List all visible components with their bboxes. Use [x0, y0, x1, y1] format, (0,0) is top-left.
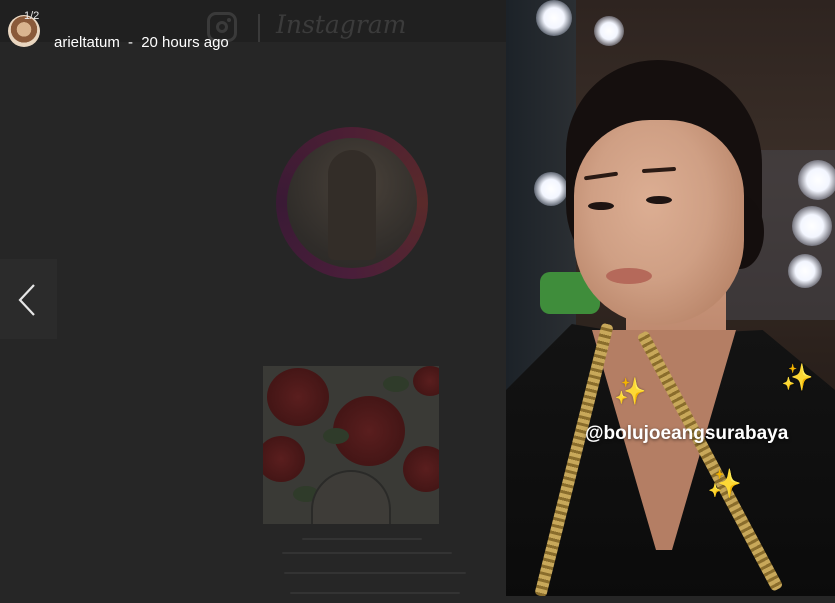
vanity-bulb — [798, 160, 835, 200]
story-timestamp: 20 hours ago — [141, 34, 229, 51]
profile-avatar-figure — [328, 150, 376, 260]
chevron-left-icon — [18, 284, 35, 316]
vanity-bulb — [792, 206, 832, 246]
story-header: 1/2 arieltatum - 20 hours ago — [0, 0, 835, 60]
face — [574, 120, 744, 325]
sparkles-icon: ✨ — [614, 376, 647, 406]
leaf-illustration — [383, 376, 409, 392]
story-separator: - — [128, 34, 134, 51]
rose-illustration — [413, 366, 439, 396]
post-handwritten-caption — [262, 528, 474, 603]
story-image[interactable] — [506, 0, 835, 596]
vanity-bulb — [534, 172, 568, 206]
story-mention-tag[interactable]: @bolujoeangsurabaya — [585, 423, 788, 445]
rose-illustration — [267, 368, 329, 426]
profile-post-thumbnail — [263, 366, 439, 524]
previous-story-button[interactable] — [0, 259, 57, 339]
lips — [606, 268, 652, 284]
sparkles-icon: ✨ — [707, 468, 742, 499]
eye — [646, 196, 672, 204]
story-username[interactable]: arieltatum — [54, 34, 120, 51]
leaf-illustration — [323, 428, 349, 444]
rose-illustration — [263, 436, 305, 482]
story-count: 1/2 — [24, 10, 40, 22]
story-user-line: arieltatum - 20 hours ago — [54, 34, 229, 51]
eye — [588, 202, 614, 210]
sparkles-icon: ✨ — [781, 362, 814, 392]
post-face-drawing — [311, 470, 391, 524]
vanity-bulb — [788, 254, 822, 288]
rose-illustration — [403, 446, 439, 492]
